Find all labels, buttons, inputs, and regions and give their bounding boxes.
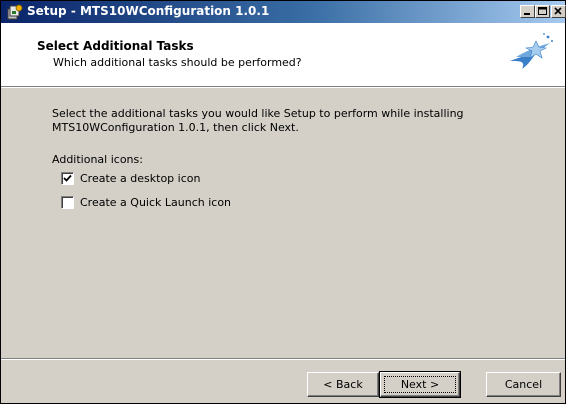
installer-app-icon — [7, 4, 23, 20]
footer-divider — [1, 358, 565, 360]
desktop-icon-label: Create a desktop icon — [80, 172, 201, 185]
maximize-button[interactable] — [535, 5, 550, 18]
cancel-button[interactable]: Cancel — [486, 372, 561, 397]
wizard-header: Select Additional Tasks Which additional… — [1, 23, 565, 86]
desktop-icon-checkbox[interactable] — [61, 172, 74, 185]
window-title: Setup - MTS10WConfiguration 1.0.1 — [27, 4, 270, 18]
intro-text: Select the additional tasks you would li… — [52, 107, 464, 134]
quick-launch-checkbox[interactable] — [61, 196, 74, 209]
setup-window: Setup - MTS10WConfiguration 1.0.1 Select… — [0, 0, 566, 404]
quick-launch-label: Create a Quick Launch icon — [80, 196, 232, 209]
wizard-content: Select the additional tasks you would li… — [1, 88, 565, 353]
setup-wizard-icon — [506, 31, 556, 73]
next-button[interactable]: Next > — [379, 371, 461, 398]
checkmark-icon — [63, 174, 72, 182]
additional-icons-label: Additional icons: — [52, 153, 143, 166]
focus-rect — [384, 376, 456, 393]
maximize-icon — [538, 7, 547, 15]
page-subtitle: Which additional tasks should be perform… — [53, 56, 302, 69]
minimize-button[interactable] — [520, 5, 535, 18]
title-bar[interactable]: Setup - MTS10WConfiguration 1.0.1 — [1, 1, 566, 23]
close-button[interactable] — [551, 5, 566, 18]
minimize-icon — [524, 13, 530, 15]
page-title: Select Additional Tasks — [37, 39, 194, 53]
back-button[interactable]: < Back — [307, 372, 379, 397]
close-icon — [554, 7, 562, 15]
